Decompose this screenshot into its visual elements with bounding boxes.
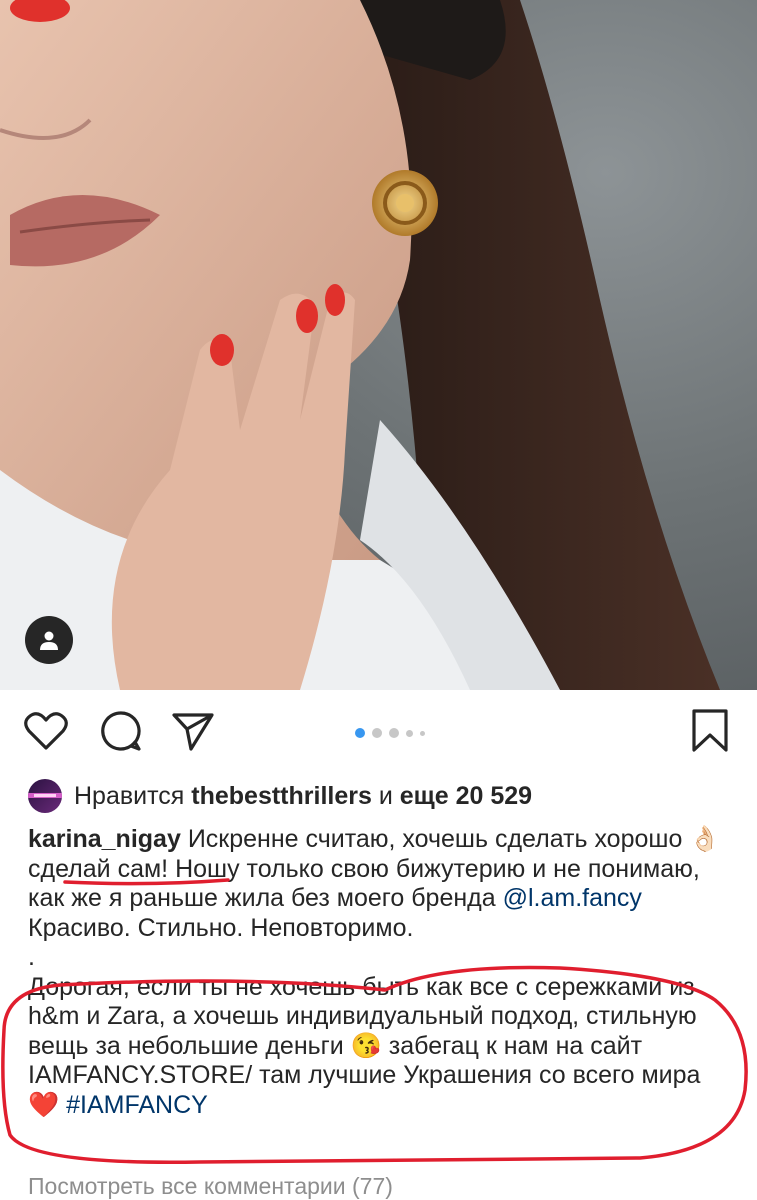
likes-row[interactable]: Нравится thebestthrillers и еще 20 529 xyxy=(28,778,532,814)
likes-connector: и xyxy=(378,781,393,810)
caption-paragraph-2: Красиво. Стильно. Неповторимо. xyxy=(28,913,414,942)
carousel-dot xyxy=(355,728,365,738)
post-image[interactable] xyxy=(0,0,757,690)
mention-link[interactable]: @l.am.fancy xyxy=(503,884,642,912)
share-button[interactable] xyxy=(170,708,216,754)
heart-emoji: ❤️ xyxy=(28,1090,60,1119)
likes-prefix: Нравится xyxy=(74,781,185,810)
view-all-comments-link[interactable]: Посмотреть все комментарии (77) xyxy=(28,1173,393,1200)
liker-username[interactable]: thebestthrillers xyxy=(191,782,372,811)
liker-avatar[interactable] xyxy=(28,779,62,813)
carousel-dot xyxy=(372,728,382,738)
caption-dot-line: . xyxy=(28,943,35,971)
caption-diy: сделай сам! xyxy=(28,854,169,883)
person-icon xyxy=(40,631,58,650)
bookmark-icon xyxy=(692,709,728,752)
carousel-dot xyxy=(389,728,399,738)
save-button[interactable] xyxy=(687,708,733,754)
carousel-indicator xyxy=(355,728,425,738)
like-button[interactable] xyxy=(23,708,69,754)
carousel-dot xyxy=(406,729,413,737)
carousel-dot xyxy=(420,730,425,736)
kiss-emoji: 😘 xyxy=(350,1031,382,1060)
caption-author[interactable]: karina_nigay xyxy=(28,825,181,853)
caption-paragraph-3: Дорогая, если ты не хочешь быть как все … xyxy=(28,973,738,1121)
comment-button[interactable] xyxy=(98,708,144,754)
liker-avatar-image xyxy=(28,793,62,798)
paper-plane-icon xyxy=(172,713,214,751)
post-caption: karina_nigay Искренне считаю, хочешь сде… xyxy=(28,825,738,1120)
user-tag-button[interactable] xyxy=(25,616,73,664)
comment-icon xyxy=(101,711,141,751)
caption-paragraph-1: karina_nigay Искренне считаю, хочешь сде… xyxy=(28,825,738,914)
caption-text: Искренне считаю, хочешь сделать хорошо xyxy=(187,825,683,853)
post-photo-illustration xyxy=(0,0,720,690)
ok-hand-emoji: 👌🏻 xyxy=(689,825,721,853)
heart-icon xyxy=(24,712,68,750)
likes-count[interactable]: еще 20 529 xyxy=(400,782,532,811)
hashtag-link[interactable]: #IAMFANCY xyxy=(66,1091,208,1119)
